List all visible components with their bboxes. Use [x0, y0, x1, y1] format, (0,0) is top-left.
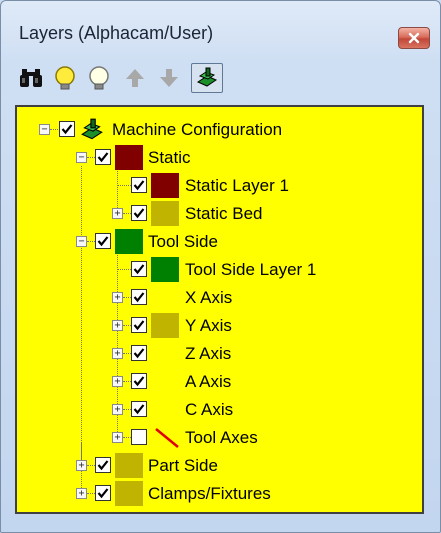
tree-item-label: Static Bed	[185, 204, 263, 223]
line-style-icon	[153, 426, 181, 455]
checkbox-checked[interactable]	[131, 373, 147, 389]
machine-config-button[interactable]	[191, 63, 223, 93]
checkbox-checked[interactable]	[59, 121, 75, 137]
tree-item-label: Tool Side	[148, 232, 218, 251]
tree-item-label: Part Side	[148, 456, 218, 475]
tree-item-clamps-fixtures[interactable]: + Clamps/Fixtures	[17, 480, 422, 508]
find-button[interactable]	[15, 63, 47, 93]
check-icon	[133, 404, 145, 415]
status-strip	[15, 516, 424, 526]
check-icon	[61, 124, 73, 135]
check-icon	[97, 488, 109, 499]
color-swatch	[115, 145, 143, 170]
tree-item-label: X Axis	[185, 288, 233, 307]
color-swatch	[115, 229, 143, 254]
arrow-up-icon	[126, 69, 144, 87]
tree-item-label: Machine Configuration	[112, 120, 283, 139]
tree-item-label: Static Layer 1	[185, 176, 289, 195]
expand-toggle[interactable]: +	[76, 460, 87, 471]
tree-item-y-axis[interactable]: + Y Axis	[17, 312, 422, 340]
close-icon	[408, 32, 420, 44]
checkbox-checked[interactable]	[131, 177, 147, 193]
tree-item-label: Static	[148, 148, 191, 167]
tree-item-label: Y Axis	[185, 316, 232, 335]
color-swatch	[151, 173, 179, 198]
tree-item-static-bed[interactable]: + Static Bed	[17, 200, 422, 228]
color-swatch	[115, 481, 143, 506]
color-swatch	[151, 201, 179, 226]
expand-toggle[interactable]: +	[112, 320, 123, 331]
tree-item-static[interactable]: − Static	[17, 144, 422, 172]
tree-item-part-side[interactable]: + Part Side	[17, 452, 422, 480]
close-button[interactable]	[398, 27, 430, 49]
bulb-off-icon	[89, 66, 109, 90]
checkbox-checked[interactable]	[95, 457, 111, 473]
tree-item-label: Clamps/Fixtures	[148, 484, 271, 503]
tree-item-tool-side-layer-1[interactable]: Tool Side Layer 1	[17, 256, 422, 284]
tree-item-x-axis[interactable]: + X Axis	[17, 284, 422, 312]
tree-item-label: Tool Side Layer 1	[185, 260, 317, 279]
check-icon	[133, 292, 145, 303]
expand-toggle[interactable]: +	[112, 348, 123, 359]
tree-item-c-axis[interactable]: + C Axis	[17, 396, 422, 424]
checkbox-checked[interactable]	[131, 345, 147, 361]
check-icon	[133, 348, 145, 359]
collapse-toggle[interactable]: −	[76, 152, 87, 163]
tree-item-label: C Axis	[185, 400, 234, 419]
expand-toggle[interactable]: +	[112, 376, 123, 387]
show-all-button[interactable]	[49, 63, 81, 93]
collapse-toggle[interactable]: −	[39, 124, 50, 135]
hide-all-button[interactable]	[83, 63, 115, 93]
color-swatch	[151, 257, 179, 282]
tree-item-machine-configuration[interactable]: − Machine Configuration	[17, 116, 422, 144]
expand-toggle[interactable]: +	[112, 432, 123, 443]
color-swatch	[115, 453, 143, 478]
move-up-button[interactable]	[119, 63, 151, 93]
window-title: Layers (Alphacam/User)	[19, 23, 214, 43]
check-icon	[133, 208, 145, 219]
check-icon	[133, 320, 145, 331]
tree-item-a-axis[interactable]: + A Axis	[17, 368, 422, 396]
checkbox-unchecked[interactable]	[131, 429, 147, 445]
tree-item-tool-axes[interactable]: + Tool Axes	[17, 424, 422, 452]
checkbox-checked[interactable]	[95, 233, 111, 249]
binoculars-icon	[20, 69, 42, 87]
check-icon	[97, 152, 109, 163]
checkbox-checked[interactable]	[131, 289, 147, 305]
toolbar	[15, 61, 427, 97]
collapse-toggle[interactable]: −	[76, 236, 87, 247]
bulb-on-icon	[55, 66, 75, 90]
checkbox-checked[interactable]	[131, 317, 147, 333]
tree-item-label: A Axis	[185, 372, 232, 391]
arrow-down-icon	[160, 69, 178, 87]
tree-item-label: Tool Axes	[185, 428, 258, 447]
checkbox-checked[interactable]	[131, 205, 147, 221]
move-down-button[interactable]	[153, 63, 185, 93]
title-bar[interactable]: Layers (Alphacam/User)	[1, 1, 440, 61]
tree-item-tool-side[interactable]: − Tool Side	[17, 228, 422, 256]
expand-toggle[interactable]: +	[112, 208, 123, 219]
layers-tree[interactable]: − Machine Configuration − Static Static …	[15, 105, 424, 514]
check-icon	[133, 376, 145, 387]
checkbox-checked[interactable]	[95, 149, 111, 165]
color-swatch	[151, 313, 179, 338]
check-icon	[133, 180, 145, 191]
machine-config-icon	[196, 67, 218, 87]
tree-item-z-axis[interactable]: + Z Axis	[17, 340, 422, 368]
tree-item-label: Z Axis	[185, 344, 232, 363]
check-icon	[97, 460, 109, 471]
check-icon	[133, 264, 145, 275]
tree-item-static-layer-1[interactable]: Static Layer 1	[17, 172, 422, 200]
checkbox-checked[interactable]	[131, 401, 147, 417]
checkbox-checked[interactable]	[95, 485, 111, 501]
expand-toggle[interactable]: +	[112, 292, 123, 303]
expand-toggle[interactable]: +	[76, 488, 87, 499]
checkbox-checked[interactable]	[131, 261, 147, 277]
check-icon	[97, 236, 109, 247]
expand-toggle[interactable]: +	[112, 404, 123, 415]
layers-window: Layers (Alphacam/User) − Machine Configu…	[0, 0, 441, 533]
